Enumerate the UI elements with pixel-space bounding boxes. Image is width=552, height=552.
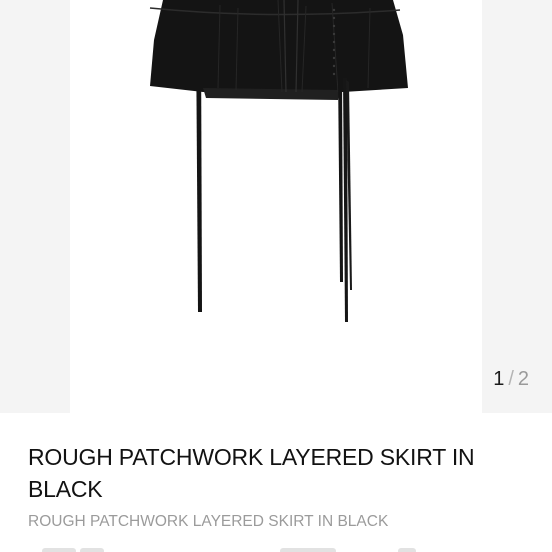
product-title: ROUGH PATCHWORK LAYERED SKIRT IN BLACK — [28, 444, 475, 502]
pager-total: 2 — [517, 368, 530, 390]
product-page: 1/2 ROUGH PATCHWORK LAYERED SKIRT IN BLA… — [0, 0, 552, 552]
pager-separator: / — [508, 368, 515, 390]
product-subtitle: ROUGH PATCHWORK LAYERED SKIRT IN BLACK — [28, 513, 389, 530]
product-details-cutoff — [28, 546, 528, 552]
product-photo[interactable] — [70, 0, 482, 413]
image-pager: 1/2 — [493, 368, 530, 391]
skirt-image — [149, 0, 408, 322]
pager-current: 1 — [493, 368, 506, 390]
product-info: ROUGH PATCHWORK LAYERED SKIRT IN BLACK R… — [0, 413, 552, 552]
product-image-gallery[interactable]: 1/2 — [0, 0, 552, 413]
